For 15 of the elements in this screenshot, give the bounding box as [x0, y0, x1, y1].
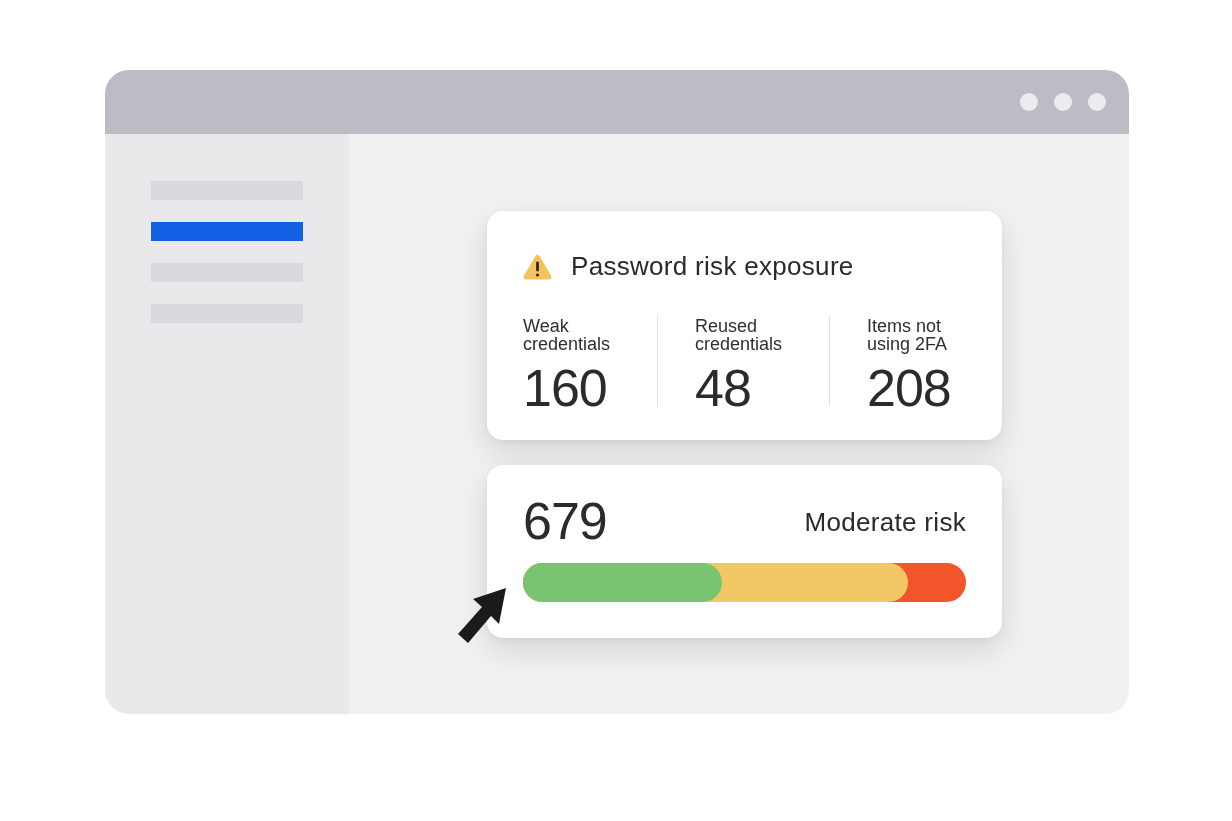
stat-label: Items not using 2FA — [867, 317, 949, 353]
stat-value: 160 — [523, 362, 607, 414]
risk-score: 679 — [523, 495, 607, 547]
sidebar-item-placeholder[interactable] — [151, 222, 303, 241]
stat-value: 48 — [695, 362, 751, 414]
card-title: Password risk exposure — [571, 251, 854, 282]
dot-icon[interactable] — [1054, 93, 1072, 111]
warning-icon — [523, 253, 552, 280]
cursor-arrow-icon — [455, 587, 507, 645]
risk-rating: Moderate risk — [804, 506, 966, 538]
dot-icon[interactable] — [1088, 93, 1106, 111]
stat-label: Reused credentials — [695, 317, 784, 353]
stat-label: Weak credentials — [523, 317, 612, 353]
stat-value: 208 — [867, 362, 951, 414]
dot-icon[interactable] — [1020, 93, 1038, 111]
